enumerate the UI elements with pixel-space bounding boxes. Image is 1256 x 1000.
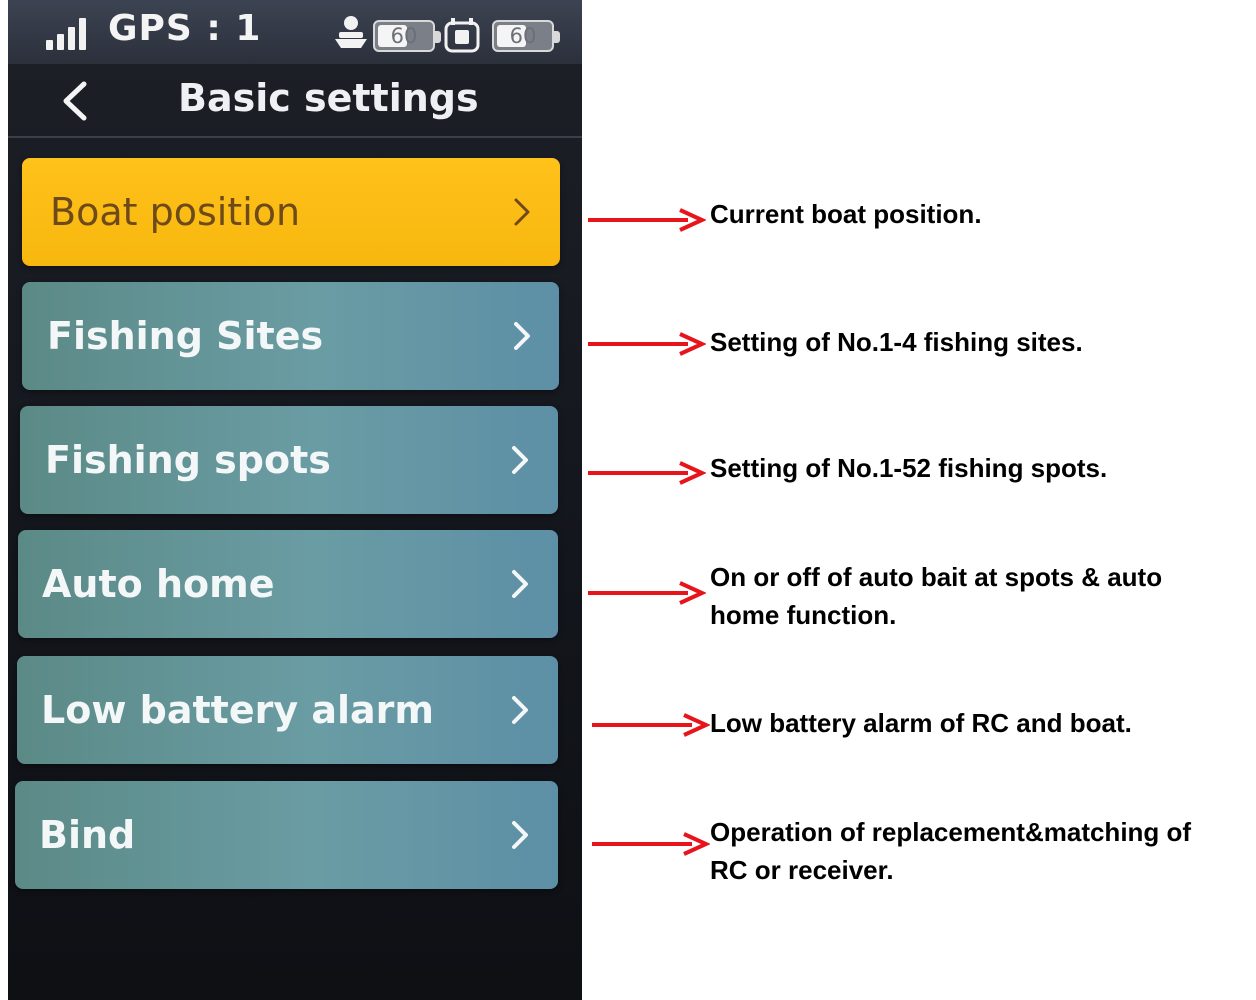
- chevron-left-icon[interactable]: [58, 80, 92, 122]
- boat-battery-indicator: 60: [373, 20, 441, 52]
- chevron-right-icon: [512, 570, 528, 598]
- chevron-right-icon: [514, 198, 530, 226]
- signal-bars-icon: [46, 16, 96, 50]
- menu-item-boat-position[interactable]: Boat position: [22, 158, 560, 266]
- rc-battery-indicator: 60: [492, 20, 560, 52]
- menu-item-auto-home[interactable]: Auto home: [18, 530, 558, 638]
- menu-item-label: Auto home: [42, 562, 275, 606]
- rc-battery-value: 60: [509, 24, 537, 48]
- menu-item-label: Fishing spots: [45, 438, 331, 482]
- menu-item-label: Fishing Sites: [47, 314, 324, 358]
- chevron-right-icon: [512, 446, 528, 474]
- menu-item-label: Low battery alarm: [41, 688, 434, 732]
- page-title: Basic settings: [178, 76, 479, 120]
- arrow-right-icon: [588, 581, 706, 605]
- boat-icon: [335, 16, 367, 48]
- menu-item-low-battery-alarm[interactable]: Low battery alarm: [17, 656, 558, 764]
- chevron-right-icon: [514, 322, 530, 350]
- arrow-right-icon: [592, 713, 710, 737]
- arrow-right-icon: [588, 208, 706, 232]
- menu-item-fishing-spots[interactable]: Fishing spots: [20, 406, 558, 514]
- annotation-bind: Operation of replacement&matching of RC …: [710, 817, 1192, 885]
- menu-item-label: Boat position: [50, 190, 301, 234]
- gps-status: GPS : 1: [108, 8, 262, 49]
- menu-item-bind[interactable]: Bind: [15, 781, 558, 889]
- boat-battery-value: 60: [390, 24, 418, 48]
- annotation-fishing-spots: Setting of No.1-52 fishing spots.: [710, 453, 1108, 483]
- status-bar: GPS : 1 60 60: [8, 0, 582, 64]
- header: Basic settings: [8, 64, 582, 138]
- chevron-right-icon: [512, 821, 528, 849]
- arrow-right-icon: [592, 832, 710, 856]
- arrow-right-icon: [588, 332, 706, 356]
- menu-item-label: Bind: [39, 813, 136, 857]
- device-screen: GPS : 1 60 60 Basic settings Boat positi…: [8, 0, 582, 1000]
- chevron-right-icon: [512, 696, 528, 724]
- annotation-low-battery-alarm: Low battery alarm of RC and boat.: [710, 708, 1132, 738]
- remote-control-icon: [444, 18, 480, 53]
- annotation-fishing-sites: Setting of No.1-4 fishing sites.: [710, 327, 1083, 357]
- annotation-boat-position: Current boat position.: [710, 199, 982, 229]
- arrow-right-icon: [588, 461, 706, 485]
- annotation-auto-home: On or off of auto bait at spots & auto h…: [710, 562, 1163, 630]
- menu-item-fishing-sites[interactable]: Fishing Sites: [22, 282, 559, 390]
